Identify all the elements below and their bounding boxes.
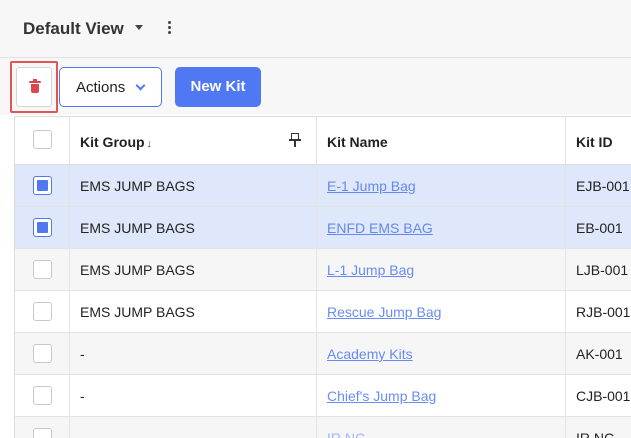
delete-button[interactable] xyxy=(16,67,52,107)
row-checkbox[interactable] xyxy=(33,176,52,195)
kit-id-cell: EJB-001 xyxy=(566,165,631,206)
column-header-kit-name[interactable]: Kit Name xyxy=(317,117,566,164)
table-row[interactable]: - Chief's Jump Bag CJB-001 xyxy=(15,375,631,417)
kit-name-cell: Academy Kits xyxy=(317,333,566,374)
kit-id-cell: CJB-001 xyxy=(566,375,631,416)
row-select-cell xyxy=(15,207,70,248)
kit-group-value: - xyxy=(80,346,85,362)
kit-name-link[interactable]: Academy Kits xyxy=(327,346,413,362)
kit-group-cell: - xyxy=(70,333,317,374)
kit-id-cell: LJB-001 xyxy=(566,249,631,290)
kit-name-cell: L-1 Jump Bag xyxy=(317,249,566,290)
kit-id-header-label: Kit ID xyxy=(576,134,613,150)
kit-group-cell: EMS JUMP BAGS xyxy=(70,249,317,290)
kit-id-value: EJB-001 xyxy=(576,178,630,194)
kit-name-cell: Rescue Jump Bag xyxy=(317,291,566,332)
grid-header-row: Kit Group ↓ Kit Name Kit ID xyxy=(15,117,631,165)
kit-id-value: CJB-001 xyxy=(576,388,631,404)
kit-name-link[interactable]: Chief's Jump Bag xyxy=(327,388,436,404)
kit-id-cell: EB-001 xyxy=(566,207,631,248)
kit-id-cell: AK-001 xyxy=(566,333,631,374)
kit-name-link[interactable]: Rescue Jump Bag xyxy=(327,304,441,320)
kit-id-value: LJB-001 xyxy=(576,262,629,278)
kit-name-link[interactable]: E-1 Jump Bag xyxy=(327,178,416,194)
kit-group-value: EMS JUMP BAGS xyxy=(80,220,195,236)
select-all-checkbox[interactable] xyxy=(33,130,52,149)
kit-id-cell: RJB-001 xyxy=(566,291,631,332)
row-select-cell xyxy=(15,249,70,290)
row-select-cell xyxy=(15,375,70,416)
kit-group-cell: EMS JUMP BAGS xyxy=(70,165,317,206)
column-header-kit-id[interactable]: Kit ID xyxy=(566,117,631,164)
view-title[interactable]: Default View xyxy=(23,19,124,39)
pin-icon[interactable] xyxy=(289,133,301,147)
trash-icon xyxy=(29,79,41,94)
kit-id-value: AK-001 xyxy=(576,346,623,362)
actions-dropdown-button[interactable]: Actions xyxy=(59,67,162,107)
kit-id-value: IR NC xyxy=(576,430,615,438)
actions-label: Actions xyxy=(76,79,126,96)
kit-name-link[interactable]: L-1 Jump Bag xyxy=(327,262,414,278)
new-kit-button[interactable]: New Kit xyxy=(175,67,261,107)
kit-group-cell: - xyxy=(70,375,317,416)
chevron-down-icon xyxy=(135,80,146,91)
row-checkbox[interactable] xyxy=(33,260,52,279)
kit-group-cell: EMS JUMP BAGS xyxy=(70,291,317,332)
row-checkbox[interactable] xyxy=(33,302,52,321)
sort-arrow-icon: ↓ xyxy=(146,138,153,150)
kit-group-value: EMS JUMP BAGS xyxy=(80,178,195,194)
kit-name-cell: IR NC xyxy=(317,417,566,438)
kit-name-cell: ENFD EMS BAG xyxy=(317,207,566,248)
caret-down-icon[interactable] xyxy=(135,25,143,30)
kit-name-header-label: Kit Name xyxy=(327,134,388,150)
row-select-cell xyxy=(15,417,70,438)
kit-group-value: - xyxy=(80,388,85,404)
table-row[interactable]: - Academy Kits AK-001 xyxy=(15,333,631,375)
row-select-cell xyxy=(15,291,70,332)
row-checkbox[interactable] xyxy=(33,344,52,363)
view-header: Default View xyxy=(0,0,631,58)
kit-name-cell: Chief's Jump Bag xyxy=(317,375,566,416)
kit-group-value: EMS JUMP BAGS xyxy=(80,304,195,320)
table-row[interactable]: EMS JUMP BAGS ENFD EMS BAG EB-001 xyxy=(15,207,631,249)
table-row[interactable]: EMS JUMP BAGS L-1 Jump Bag LJB-001 xyxy=(15,249,631,291)
row-checkbox[interactable] xyxy=(33,386,52,405)
table-row[interactable]: IR NC IR NC xyxy=(15,417,631,438)
kit-name-link[interactable]: ENFD EMS BAG xyxy=(327,220,433,236)
kits-grid: Kit Group ↓ Kit Name Kit ID EMS JUMP BAGS… xyxy=(14,116,631,438)
kit-name-cell: E-1 Jump Bag xyxy=(317,165,566,206)
row-select-cell xyxy=(15,165,70,206)
kit-group-cell: EMS JUMP BAGS xyxy=(70,207,317,248)
header-select-cell xyxy=(15,117,70,164)
table-row[interactable]: EMS JUMP BAGS Rescue Jump Bag RJB-001 xyxy=(15,291,631,333)
column-header-kit-group[interactable]: Kit Group ↓ xyxy=(70,117,317,164)
more-vertical-icon[interactable] xyxy=(164,21,174,37)
kit-name-link[interactable]: IR NC xyxy=(327,430,365,438)
new-kit-label: New Kit xyxy=(190,78,246,95)
row-checkbox[interactable] xyxy=(33,428,52,438)
kit-id-cell: IR NC xyxy=(566,417,631,438)
kit-group-value: EMS JUMP BAGS xyxy=(80,262,195,278)
kit-id-value: RJB-001 xyxy=(576,304,631,320)
row-select-cell xyxy=(15,333,70,374)
table-row[interactable]: EMS JUMP BAGS E-1 Jump Bag EJB-001 xyxy=(15,165,631,207)
kit-group-header-label: Kit Group xyxy=(80,134,145,150)
delete-highlight xyxy=(10,61,58,113)
row-checkbox[interactable] xyxy=(33,218,52,237)
kit-id-value: EB-001 xyxy=(576,220,623,236)
kit-group-cell xyxy=(70,417,317,438)
